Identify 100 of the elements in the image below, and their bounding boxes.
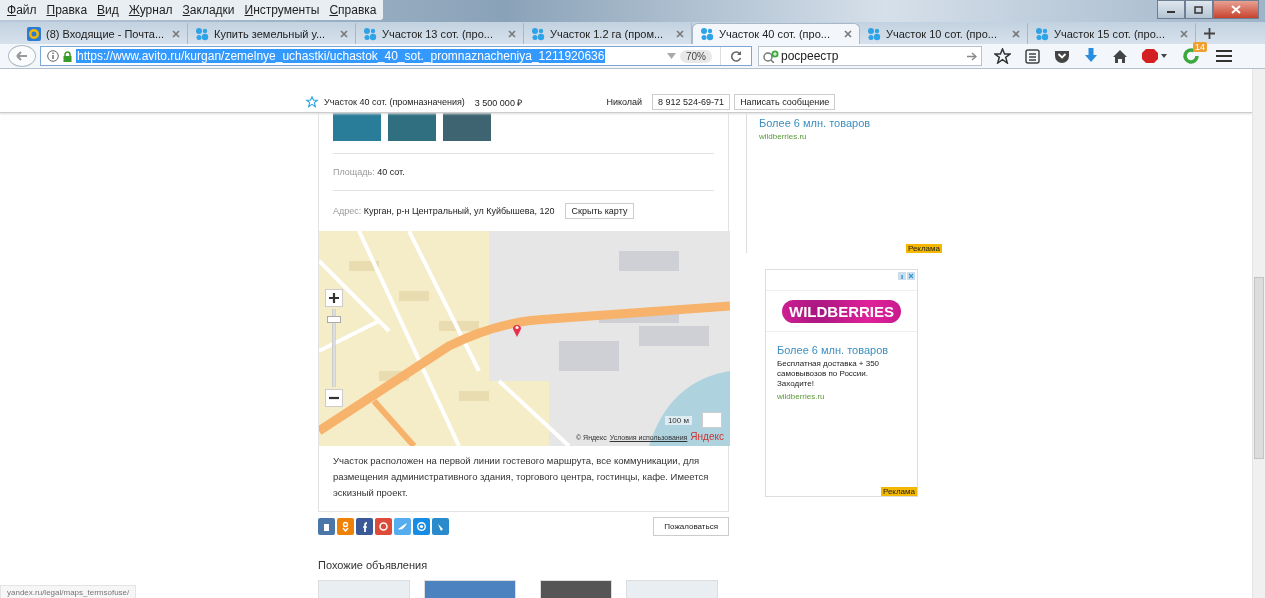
map-scale: 100 м bbox=[664, 416, 692, 425]
minimize-button[interactable] bbox=[1157, 0, 1185, 19]
zoom-slider-thumb[interactable] bbox=[327, 316, 341, 324]
info-icon bbox=[47, 50, 59, 62]
menu-icon[interactable] bbox=[1216, 49, 1232, 63]
photo-placeholder[interactable] bbox=[424, 580, 516, 598]
dots-favicon-icon bbox=[531, 26, 545, 41]
listing-title: Участок 40 сот. (промназначения) bbox=[324, 97, 465, 107]
photo-thumbnail[interactable] bbox=[388, 113, 436, 141]
search-field[interactable]: росреестр bbox=[758, 46, 982, 66]
plus-icon[interactable] bbox=[1203, 28, 1215, 39]
map-pin-icon bbox=[512, 323, 522, 337]
share-button[interactable] bbox=[318, 518, 335, 535]
tab-title: Участок 15 сот. (про... bbox=[1054, 27, 1166, 40]
menu-item[interactable]: Правка bbox=[41, 3, 93, 17]
close-icon[interactable] bbox=[907, 272, 915, 280]
zoom-level-badge[interactable]: 70% bbox=[680, 49, 712, 63]
close-icon[interactable] bbox=[340, 29, 348, 38]
dropdown-icon[interactable] bbox=[667, 53, 676, 59]
ad-domain[interactable]: wildberries.ru bbox=[777, 392, 906, 401]
area-label: Площадь: bbox=[333, 167, 375, 177]
brand-logo[interactable]: WILDBERRIES bbox=[782, 299, 901, 323]
share-button[interactable] bbox=[413, 518, 430, 535]
pocket-icon[interactable] bbox=[1054, 49, 1070, 63]
address-value: Курган, р-н Центральный, ул Куйбышева, 120 bbox=[362, 206, 555, 216]
share-button[interactable] bbox=[375, 518, 392, 535]
photo-placeholder[interactable] bbox=[540, 580, 612, 598]
menu-item[interactable]: Вид bbox=[92, 3, 124, 17]
phone-button[interactable]: 8 912 524-69-71 bbox=[652, 94, 731, 110]
plus-icon bbox=[329, 293, 339, 303]
complain-button[interactable]: Пожаловаться bbox=[653, 517, 729, 536]
reload-icon[interactable] bbox=[730, 50, 742, 62]
dots-favicon-icon bbox=[867, 26, 881, 41]
tab-title: Участок 1.2 га (пром... bbox=[550, 27, 665, 40]
star-icon[interactable] bbox=[994, 48, 1011, 64]
close-icon[interactable] bbox=[1180, 29, 1188, 38]
ad-title[interactable]: Более 6 млн. товаров bbox=[777, 340, 906, 356]
zoom-out-button[interactable] bbox=[325, 389, 343, 407]
stop-sign-icon[interactable] bbox=[1142, 49, 1168, 63]
tab-title: Купить земельный у... bbox=[214, 27, 327, 40]
zoom-in-button[interactable] bbox=[325, 289, 343, 307]
ad-text: Бесплатная доставка + 350 самовывозов по России. Заходите! bbox=[777, 359, 881, 389]
section-heading: Похожие объявления bbox=[318, 559, 429, 571]
arrow-right-icon[interactable] bbox=[967, 51, 977, 61]
share-logo-icon bbox=[416, 521, 427, 532]
search-icon bbox=[763, 49, 779, 63]
back-button[interactable] bbox=[8, 45, 36, 67]
menu-item[interactable]: Инструменты bbox=[239, 3, 325, 17]
dots-favicon-icon bbox=[1035, 26, 1049, 41]
area-value: 40 сот. bbox=[376, 167, 405, 177]
share-logo-icon bbox=[435, 521, 446, 532]
address-label: Адрес: bbox=[333, 206, 362, 216]
close-icon[interactable] bbox=[676, 29, 684, 38]
close-button[interactable] bbox=[1213, 0, 1259, 19]
photo-thumbnail[interactable] bbox=[333, 113, 381, 141]
message-button[interactable]: Написать сообщение bbox=[734, 94, 836, 110]
close-icon bbox=[1231, 5, 1241, 14]
download-icon[interactable] bbox=[1084, 48, 1098, 64]
share-logo-icon bbox=[378, 521, 389, 532]
close-icon[interactable] bbox=[172, 29, 180, 38]
dots-favicon-icon bbox=[700, 27, 714, 41]
seller-name: Николай bbox=[606, 97, 643, 107]
dots-favicon-icon bbox=[195, 26, 209, 41]
close-icon[interactable] bbox=[844, 30, 852, 38]
share-logo-icon bbox=[397, 521, 408, 532]
scrollbar[interactable] bbox=[1252, 69, 1265, 598]
tab-title: (8) Входящие - Почта... bbox=[46, 27, 166, 40]
menu-item[interactable]: Закладки bbox=[177, 3, 240, 17]
restore-button[interactable] bbox=[1185, 0, 1213, 19]
list-icon[interactable] bbox=[1025, 48, 1040, 64]
notification-badge: 14 bbox=[1193, 42, 1207, 52]
ad-label: Реклама bbox=[880, 487, 917, 496]
home-icon[interactable] bbox=[1112, 48, 1128, 64]
share-button[interactable] bbox=[356, 518, 373, 535]
ad-label: Реклама bbox=[905, 244, 942, 253]
menu-item[interactable]: Журнал bbox=[123, 3, 178, 17]
mail-favicon-icon bbox=[27, 26, 41, 41]
share-logo-icon bbox=[321, 521, 332, 532]
scrollbar-thumb[interactable] bbox=[1254, 277, 1264, 459]
star-icon[interactable] bbox=[306, 96, 318, 108]
menu-item[interactable]: Файл bbox=[2, 3, 42, 17]
dots-favicon-icon bbox=[363, 26, 377, 41]
ad-domain[interactable]: wildberries.ru bbox=[759, 132, 942, 141]
share-button[interactable] bbox=[337, 518, 354, 535]
close-icon[interactable] bbox=[1012, 29, 1020, 38]
tab-title: Участок 40 сот. (про... bbox=[719, 28, 831, 40]
photo-thumbnail[interactable] bbox=[443, 113, 491, 141]
arrow-left-icon bbox=[16, 51, 28, 61]
tab-title: Участок 13 сот. (про... bbox=[382, 27, 494, 40]
menu-item[interactable]: Справка bbox=[324, 3, 382, 17]
hide-map-button[interactable]: Скрыть карту bbox=[564, 203, 635, 219]
url-text: https://www.avito.ru/kurgan/zemelnye_uchastki/uchastok_40_sot._promnaznacheniya_1211920636 bbox=[76, 49, 606, 63]
close-icon[interactable] bbox=[508, 29, 516, 38]
ad-title[interactable]: Более 6 млн. товаров bbox=[759, 117, 942, 129]
browser-tab[interactable]: Участок 40 сот. (про... bbox=[692, 23, 860, 44]
status-link-text: yandex.ru/legal/maps_termsofuse/ bbox=[0, 585, 137, 598]
address-field[interactable]: https://www.avito.ru/kurgan/zemelnye_uchastki/uchastok_40_sot._promnaznacheniya_1211920636 70% bbox=[40, 46, 752, 66]
search-text: росреестр bbox=[781, 49, 840, 63]
info-icon[interactable] bbox=[898, 272, 906, 280]
listing-price: 3 500 000 ₽ bbox=[474, 96, 523, 109]
